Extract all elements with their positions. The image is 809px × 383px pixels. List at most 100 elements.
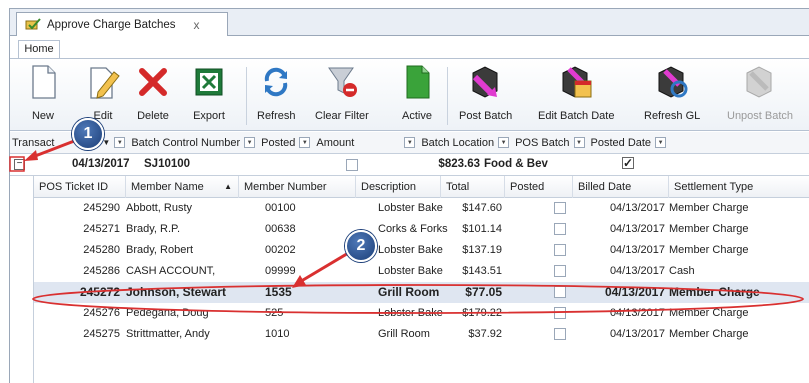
filter-posted-date-label: Posted Date — [590, 136, 652, 149]
post-batch-label: Post Batch — [459, 110, 513, 122]
filter-batch-control-number[interactable]: Batch Control Number ▼ — [131, 137, 256, 149]
refresh-gl-label: Refresh GL — [644, 110, 701, 122]
filter-posted[interactable]: Posted ▼ — [261, 137, 311, 149]
description-cell: Lobster Bake — [378, 202, 443, 214]
billed-date-cell: 04/13/2017 — [609, 328, 665, 340]
chevron-down-icon[interactable]: ▼ — [498, 137, 510, 148]
posted-checkbox[interactable] — [554, 223, 566, 235]
description-cell: Lobster Bake — [378, 265, 443, 277]
post-batch-button[interactable]: Post Batch — [459, 63, 512, 129]
posted-checkbox[interactable] — [554, 265, 566, 277]
table-row[interactable]: 245286 CASH ACCOUNT, 09999 Lobster Bake … — [34, 261, 809, 282]
settlement-type-cell: Member Charge — [669, 328, 749, 340]
ribbon-tab-bar: Home — [10, 36, 809, 59]
callout-badge-2: 2 — [345, 230, 377, 262]
column-header-posted[interactable]: Posted — [505, 176, 573, 198]
active-label: Active — [402, 110, 432, 122]
filter-batch-location[interactable]: Batch Location ▼ — [421, 137, 510, 149]
table-row[interactable]: 245276 Pedegana, Doug 525 Lobster Bake $… — [34, 303, 809, 324]
document-tab-bar: Approve Charge Batches x — [10, 9, 809, 36]
posted-checkbox[interactable] — [554, 328, 566, 340]
column-header-pos-ticket-id[interactable]: POS Ticket ID — [34, 176, 126, 198]
sort-down-icon: ▼ — [102, 138, 111, 147]
column-header-total[interactable]: Total — [441, 176, 505, 198]
tab-home[interactable]: Home — [18, 40, 60, 59]
filter-amount-label: Amount — [316, 136, 355, 149]
ticket-id-cell: 245290 — [83, 202, 120, 214]
billed-date-cell: 04/13/2017 — [609, 244, 665, 256]
column-header-member-name[interactable]: Member Name ▲ — [126, 176, 239, 198]
chevron-down-icon[interactable]: ▼ — [244, 137, 256, 148]
group-batch-number: SJ10100 — [144, 158, 191, 170]
table-row-selected[interactable]: 245272 Johnson, Stewart 1535 Grill Room … — [34, 282, 809, 303]
member-name-cell: Strittmatter, Andy — [126, 328, 210, 340]
member-number-cell: 00100 — [265, 202, 296, 214]
clear-filter-button[interactable]: Clear Filter — [315, 63, 369, 129]
filter-transaction[interactable]: Transact ▼ ▼ — [12, 137, 126, 149]
table-row[interactable]: 245280 Brady, Robert 00202 Lobster Bake … — [34, 240, 809, 261]
ticket-id-cell: 245280 — [83, 244, 120, 256]
chevron-down-icon[interactable]: ▼ — [655, 137, 667, 148]
total-cell: $143.51 — [462, 265, 502, 277]
total-cell: $179.22 — [462, 307, 502, 319]
chevron-down-icon[interactable]: ▼ — [114, 137, 126, 148]
column-header-description[interactable]: Description — [356, 176, 441, 198]
active-button[interactable]: Active — [398, 63, 436, 129]
filter-amount[interactable]: Amount ▼ — [316, 136, 416, 149]
settlement-type-cell: Member Charge — [669, 244, 749, 256]
unpost-batch-button[interactable]: Unpost Batch — [727, 63, 793, 129]
group-location: Food & Bev — [484, 158, 548, 170]
active-document-icon — [406, 65, 430, 99]
table-row[interactable]: 245271 Brady, R.P. 00638 Corks & Forks $… — [34, 219, 809, 240]
table-row[interactable]: 245275 Strittmatter, Andy 1010 Grill Roo… — [34, 324, 809, 345]
edit-icon — [90, 67, 120, 99]
settlement-type-cell: Member Charge — [669, 307, 749, 319]
close-icon[interactable]: x — [194, 18, 200, 32]
chevron-down-icon[interactable]: ▼ — [299, 137, 311, 148]
export-button[interactable]: Export — [190, 63, 228, 129]
chevron-down-icon[interactable]: ▼ — [404, 137, 416, 148]
ticket-id-cell: 245275 — [83, 328, 120, 340]
delete-icon — [139, 68, 167, 96]
billed-date-cell: 04/13/2017 — [609, 307, 665, 319]
posted-checkbox[interactable] — [554, 286, 566, 298]
total-cell: $101.14 — [462, 223, 502, 235]
billed-date-cell: 04/13/2017 — [609, 265, 665, 277]
edit-batch-date-icon — [562, 66, 592, 98]
refresh-button[interactable]: Refresh — [257, 63, 296, 129]
posted-checkbox[interactable] — [554, 202, 566, 214]
group-amount: $823.63 — [438, 158, 480, 170]
description-cell: Corks & Forks — [378, 223, 448, 235]
refresh-gl-button[interactable]: Refresh GL — [644, 63, 700, 129]
table-row[interactable]: 245290 Abbott, Rusty 00100 Lobster Bake … — [34, 198, 809, 219]
ribbon-toolbar: New Edit Delete Export Refresh Clear Fil… — [10, 58, 809, 131]
posted-checkbox[interactable] — [554, 244, 566, 256]
column-header-settlement-type[interactable]: Settlement Type — [669, 176, 809, 198]
unpost-batch-icon — [746, 66, 772, 98]
batch-approve-icon — [25, 17, 41, 29]
filter-pos-batch[interactable]: POS Batch ▼ — [515, 137, 585, 149]
clear-filter-label: Clear Filter — [315, 110, 369, 122]
post-batch-icon — [472, 66, 498, 98]
batch-group-row[interactable]: − 04/13/2017 SJ10100 $823.63 Food & Bev … — [10, 154, 809, 176]
group-posted-checkbox[interactable] — [346, 159, 358, 171]
ticket-id-cell: 245286 — [83, 265, 120, 277]
group-pos-batch-checkbox[interactable]: ✓ — [622, 157, 634, 169]
document-tab[interactable]: Approve Charge Batches x — [16, 12, 228, 36]
chevron-down-icon[interactable]: ▼ — [573, 137, 585, 148]
new-button[interactable]: New — [24, 63, 62, 129]
edit-batch-date-button[interactable]: Edit Batch Date — [538, 63, 614, 129]
settlement-type-cell: Member Charge — [669, 223, 749, 235]
ticket-id-cell: 245272 — [79, 285, 120, 299]
settlement-type-cell: Cash — [669, 265, 695, 277]
delete-button[interactable]: Delete — [134, 63, 172, 129]
posted-checkbox[interactable] — [554, 307, 566, 319]
column-header-member-number[interactable]: Member Number — [239, 176, 356, 198]
member-name-cell: Abbott, Rusty — [126, 202, 193, 214]
collapse-icon[interactable]: − — [14, 159, 25, 170]
group-date: 04/13/2017 — [72, 158, 130, 170]
filter-posted-date[interactable]: Posted Date ▼ — [591, 137, 667, 149]
approve-charge-batches-window: Approve Charge Batches x Home New Edit D… — [9, 8, 809, 383]
document-tab-title: Approve Charge Batches — [47, 18, 176, 31]
column-header-billed-date[interactable]: Billed Date — [573, 176, 669, 198]
